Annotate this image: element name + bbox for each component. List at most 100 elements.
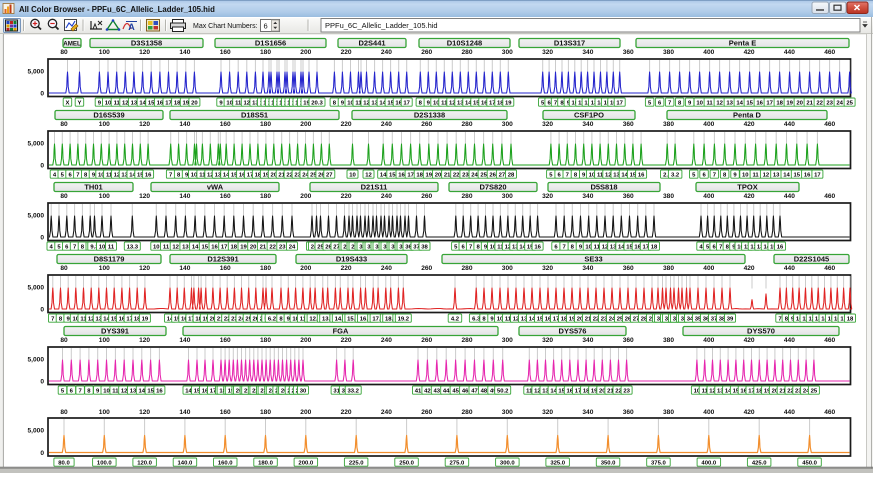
svg-text:24: 24 bbox=[471, 173, 478, 179]
svg-text:420: 420 bbox=[744, 409, 755, 416]
svg-text:200: 200 bbox=[300, 409, 311, 416]
svg-text:20: 20 bbox=[796, 101, 803, 107]
svg-text:160: 160 bbox=[220, 409, 231, 416]
svg-text:425.0: 425.0 bbox=[752, 461, 767, 467]
svg-text:375.0: 375.0 bbox=[651, 461, 666, 467]
svg-text:225.0: 225.0 bbox=[349, 461, 364, 467]
svg-text:17: 17 bbox=[814, 173, 821, 179]
svg-text:420: 420 bbox=[744, 265, 755, 272]
svg-text:38: 38 bbox=[421, 245, 428, 251]
svg-text:20: 20 bbox=[250, 245, 257, 251]
svg-text:200: 200 bbox=[300, 121, 311, 128]
svg-text:D21S11: D21S11 bbox=[361, 183, 388, 192]
svg-text:11: 11 bbox=[108, 245, 115, 251]
svg-text:280: 280 bbox=[461, 337, 472, 344]
svg-text:Max Chart Numbers:: Max Chart Numbers: bbox=[193, 23, 258, 30]
svg-text:Penta D: Penta D bbox=[733, 111, 762, 120]
svg-text:10: 10 bbox=[742, 173, 749, 179]
svg-text:17: 17 bbox=[766, 101, 773, 107]
svg-text:100.0: 100.0 bbox=[97, 461, 112, 467]
svg-text:18: 18 bbox=[847, 317, 854, 323]
svg-text:28: 28 bbox=[508, 173, 515, 179]
svg-text:21: 21 bbox=[806, 101, 813, 107]
svg-text:D8S1179: D8S1179 bbox=[94, 255, 125, 264]
svg-text:360: 360 bbox=[623, 265, 634, 272]
svg-text:5,000: 5,000 bbox=[27, 69, 44, 76]
svg-text:17: 17 bbox=[616, 101, 623, 107]
svg-text:100: 100 bbox=[99, 337, 110, 344]
svg-text:20.3: 20.3 bbox=[311, 101, 323, 107]
svg-text:120: 120 bbox=[139, 121, 150, 128]
svg-text:460: 460 bbox=[824, 265, 835, 272]
svg-text:200: 200 bbox=[300, 49, 311, 56]
svg-text:D2S441: D2S441 bbox=[358, 39, 385, 48]
svg-text:23: 23 bbox=[462, 173, 469, 179]
svg-text:6: 6 bbox=[264, 22, 268, 31]
svg-text:16: 16 bbox=[804, 173, 811, 179]
svg-text:220: 220 bbox=[341, 337, 352, 344]
svg-text:D2S1338: D2S1338 bbox=[414, 111, 445, 120]
svg-text:80.0: 80.0 bbox=[58, 461, 70, 467]
svg-text:160: 160 bbox=[220, 49, 231, 56]
svg-text:420: 420 bbox=[744, 49, 755, 56]
svg-text:440: 440 bbox=[784, 265, 795, 272]
svg-text:380: 380 bbox=[663, 193, 674, 200]
svg-text:D18S51: D18S51 bbox=[241, 111, 268, 120]
svg-text:300: 300 bbox=[502, 409, 513, 416]
svg-text:160: 160 bbox=[220, 337, 231, 344]
svg-text:0: 0 bbox=[40, 450, 44, 457]
svg-text:47: 47 bbox=[471, 389, 478, 395]
svg-text:140.0: 140.0 bbox=[178, 461, 193, 467]
svg-text:3.2: 3.2 bbox=[671, 173, 680, 179]
svg-text:440: 440 bbox=[784, 193, 795, 200]
svg-text:320: 320 bbox=[542, 49, 553, 56]
svg-text:19: 19 bbox=[142, 317, 149, 323]
svg-text:43: 43 bbox=[434, 389, 441, 395]
svg-text:DYS576: DYS576 bbox=[559, 327, 587, 336]
svg-text:DYS570: DYS570 bbox=[747, 327, 775, 336]
svg-text:13: 13 bbox=[773, 173, 780, 179]
svg-text:10: 10 bbox=[349, 173, 356, 179]
svg-text:340: 340 bbox=[582, 409, 593, 416]
svg-text:100: 100 bbox=[99, 265, 110, 272]
svg-text:140: 140 bbox=[179, 49, 190, 56]
svg-text:D10S1248: D10S1248 bbox=[447, 39, 482, 48]
svg-text:360: 360 bbox=[623, 193, 634, 200]
svg-text:0: 0 bbox=[40, 163, 44, 170]
svg-text:11: 11 bbox=[752, 173, 759, 179]
svg-text:320: 320 bbox=[542, 337, 553, 344]
svg-text:17: 17 bbox=[403, 101, 410, 107]
svg-text:200: 200 bbox=[300, 193, 311, 200]
svg-text:140: 140 bbox=[179, 193, 190, 200]
svg-text:21: 21 bbox=[260, 245, 267, 251]
svg-text:D3S1358: D3S1358 bbox=[131, 39, 162, 48]
svg-text:TPOX: TPOX bbox=[737, 183, 757, 192]
svg-text:30: 30 bbox=[300, 389, 307, 395]
svg-text:0: 0 bbox=[40, 91, 44, 98]
svg-text:360: 360 bbox=[623, 121, 634, 128]
svg-text:300.0: 300.0 bbox=[500, 461, 515, 467]
svg-text:FGA: FGA bbox=[333, 327, 349, 336]
svg-text:320: 320 bbox=[542, 409, 553, 416]
svg-text:400: 400 bbox=[703, 337, 714, 344]
svg-text:380: 380 bbox=[663, 49, 674, 56]
svg-text:140: 140 bbox=[179, 121, 190, 128]
svg-text:All Color Browser - PPFu_6C_Al: All Color Browser - PPFu_6C_Allelic_Ladd… bbox=[19, 5, 215, 14]
svg-text:PPFu_6C_Allelic_Ladder_105.hid: PPFu_6C_Allelic_Ladder_105.hid bbox=[325, 21, 438, 30]
svg-text:16: 16 bbox=[398, 173, 405, 179]
svg-text:23: 23 bbox=[826, 101, 833, 107]
svg-text:420: 420 bbox=[744, 121, 755, 128]
svg-text:25: 25 bbox=[846, 101, 853, 107]
svg-text:180: 180 bbox=[260, 193, 271, 200]
svg-text:0: 0 bbox=[40, 379, 44, 386]
svg-text:180: 180 bbox=[260, 121, 271, 128]
svg-text:22: 22 bbox=[269, 245, 276, 251]
svg-text:Y: Y bbox=[78, 101, 82, 107]
svg-text:220: 220 bbox=[341, 49, 352, 56]
svg-text:260: 260 bbox=[421, 121, 432, 128]
svg-text:17: 17 bbox=[407, 173, 414, 179]
svg-text:0: 0 bbox=[40, 307, 44, 314]
svg-text:D1S1656: D1S1656 bbox=[255, 39, 286, 48]
svg-text:12: 12 bbox=[716, 101, 723, 107]
svg-text:460: 460 bbox=[824, 337, 835, 344]
